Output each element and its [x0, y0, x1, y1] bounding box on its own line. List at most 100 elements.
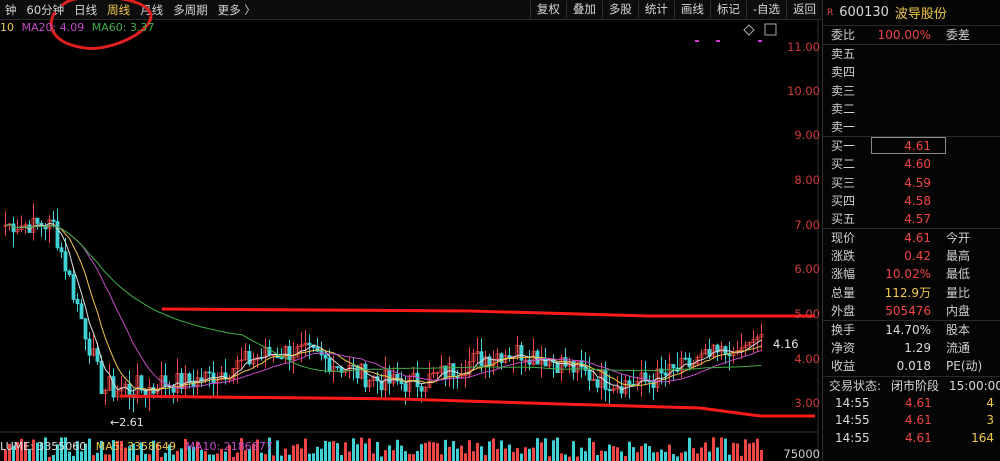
volume-bar [408, 453, 411, 461]
volume-bar [656, 452, 659, 461]
stat-label: 换手 [831, 323, 856, 337]
tick-price: 4.61 [905, 413, 932, 428]
buy-row[interactable]: 买三 4.59 [823, 174, 1000, 192]
quote-value: 0.42 [904, 249, 931, 264]
candle-body [683, 357, 688, 360]
buy-row[interactable]: 买一 4.61 [823, 137, 1000, 155]
volume-bar [700, 447, 703, 461]
volume-bar [668, 444, 671, 461]
price-tick: 4.00 [794, 352, 820, 366]
stat-label2: PE(动) [946, 359, 983, 374]
volume-bar [536, 438, 539, 461]
volume-bar [744, 439, 747, 461]
sell-level-label: 卖二 [831, 101, 856, 116]
candle-body [83, 318, 88, 340]
stat-value: 14.70% [885, 323, 931, 337]
trade-status-label: 交易状态: [829, 378, 882, 393]
volume-bar [680, 452, 683, 461]
stat-label: 净资 [831, 341, 856, 356]
volume-bar [424, 442, 427, 461]
sell-level-label: 卖四 [831, 65, 856, 80]
volume-bar [172, 454, 175, 461]
volume-legend: LUME: 3355060 MA5: 3358649 MA10: 2186877 [0, 440, 279, 453]
candle-body [663, 372, 668, 376]
quote-value: 10.02% [885, 267, 931, 282]
trade-status-row: 交易状态: 闭市阶段 15:00:00 [823, 377, 1000, 395]
volume-bar [316, 446, 319, 461]
candle-body [327, 357, 332, 372]
candle-body [403, 383, 408, 392]
volume-bar [344, 442, 347, 461]
volume-bar [288, 454, 291, 461]
volume-ma5: MA5: 3358649 [95, 440, 176, 453]
volume-bar [684, 451, 687, 461]
price-tick: 10.00 [787, 84, 820, 98]
volume-bar [432, 442, 435, 461]
marker-dot [695, 40, 699, 42]
volume-bar [364, 443, 367, 461]
buy-row[interactable]: 买四 4.58 [823, 192, 1000, 210]
sell-row: 卖五 [823, 45, 1000, 63]
quote-row: 总量 112.9万 量比 [823, 284, 1000, 302]
volume-bar [380, 456, 383, 461]
volume-bar [332, 441, 335, 461]
quote-value: 505476 [885, 303, 931, 318]
sell-row: 卖四 [823, 63, 1000, 81]
volume-bar [756, 438, 759, 461]
stock-header: R 600130 波导股份 [823, 0, 1000, 26]
volume-bar [696, 453, 699, 461]
stat-value: 1.29 [904, 341, 931, 356]
stat-label: 收益 [831, 359, 856, 374]
volume-bar [144, 453, 147, 461]
volume-bar [520, 453, 523, 461]
buy-level-price: 4.61 [904, 139, 931, 154]
volume-bar [448, 446, 451, 461]
price-tick: 11.00 [787, 40, 820, 54]
quote-label: 涨幅 [831, 267, 856, 282]
volume-bar [216, 453, 219, 461]
ma60-legend: MA60: 3.37 [91, 21, 155, 34]
volume-bar [328, 441, 331, 461]
volume-bar [748, 443, 751, 461]
quote-row: 现价 4.61 今开 [823, 229, 1000, 247]
volume-bar [708, 451, 711, 461]
ma10-line [5, 223, 762, 391]
volume-bar [508, 444, 511, 461]
volume-bar [580, 447, 583, 461]
volume-bar [704, 442, 707, 461]
buy-level-label: 买一 [831, 139, 856, 154]
stock-code[interactable]: 600130 [839, 5, 889, 20]
volume-bar [92, 455, 95, 461]
volume-bar [320, 448, 323, 461]
toggle-box-icon [764, 23, 777, 36]
candle-body [307, 342, 312, 346]
volume-bar [272, 455, 275, 461]
candle-body [627, 380, 632, 385]
volume-bar [584, 451, 587, 461]
volume-bar [720, 437, 723, 461]
trade-phase: 闭市阶段 [891, 378, 940, 393]
volume-bar [736, 443, 739, 461]
volume-bar [68, 451, 71, 461]
kline-chart[interactable] [0, 0, 822, 461]
price-tick: 8.00 [794, 173, 820, 187]
volume-bar [500, 440, 503, 461]
tick-row: 14:55 4.61 4 [823, 395, 1000, 413]
buy-row[interactable]: 买二 4.60 [823, 155, 1000, 173]
volume-bar [368, 438, 371, 461]
price-tick: 5.00 [794, 307, 820, 321]
volume-bar [516, 448, 519, 461]
candle-body [335, 366, 340, 368]
quote-label2: 内盘 [946, 303, 971, 318]
volume-bar [72, 455, 75, 461]
candle-body [451, 363, 456, 378]
tick-price: 4.61 [905, 430, 932, 445]
buy-row[interactable]: 买五 4.57 [823, 210, 1000, 228]
quote-value: 112.9万 [884, 285, 931, 300]
stock-name[interactable]: 波导股份 [895, 3, 947, 22]
weicha-label: 委差 [946, 28, 971, 42]
tick-volume: 4 [986, 395, 994, 410]
candle-body [727, 354, 732, 357]
trade-time: 15:00:00 [949, 378, 1000, 393]
volume-bar [460, 445, 463, 461]
